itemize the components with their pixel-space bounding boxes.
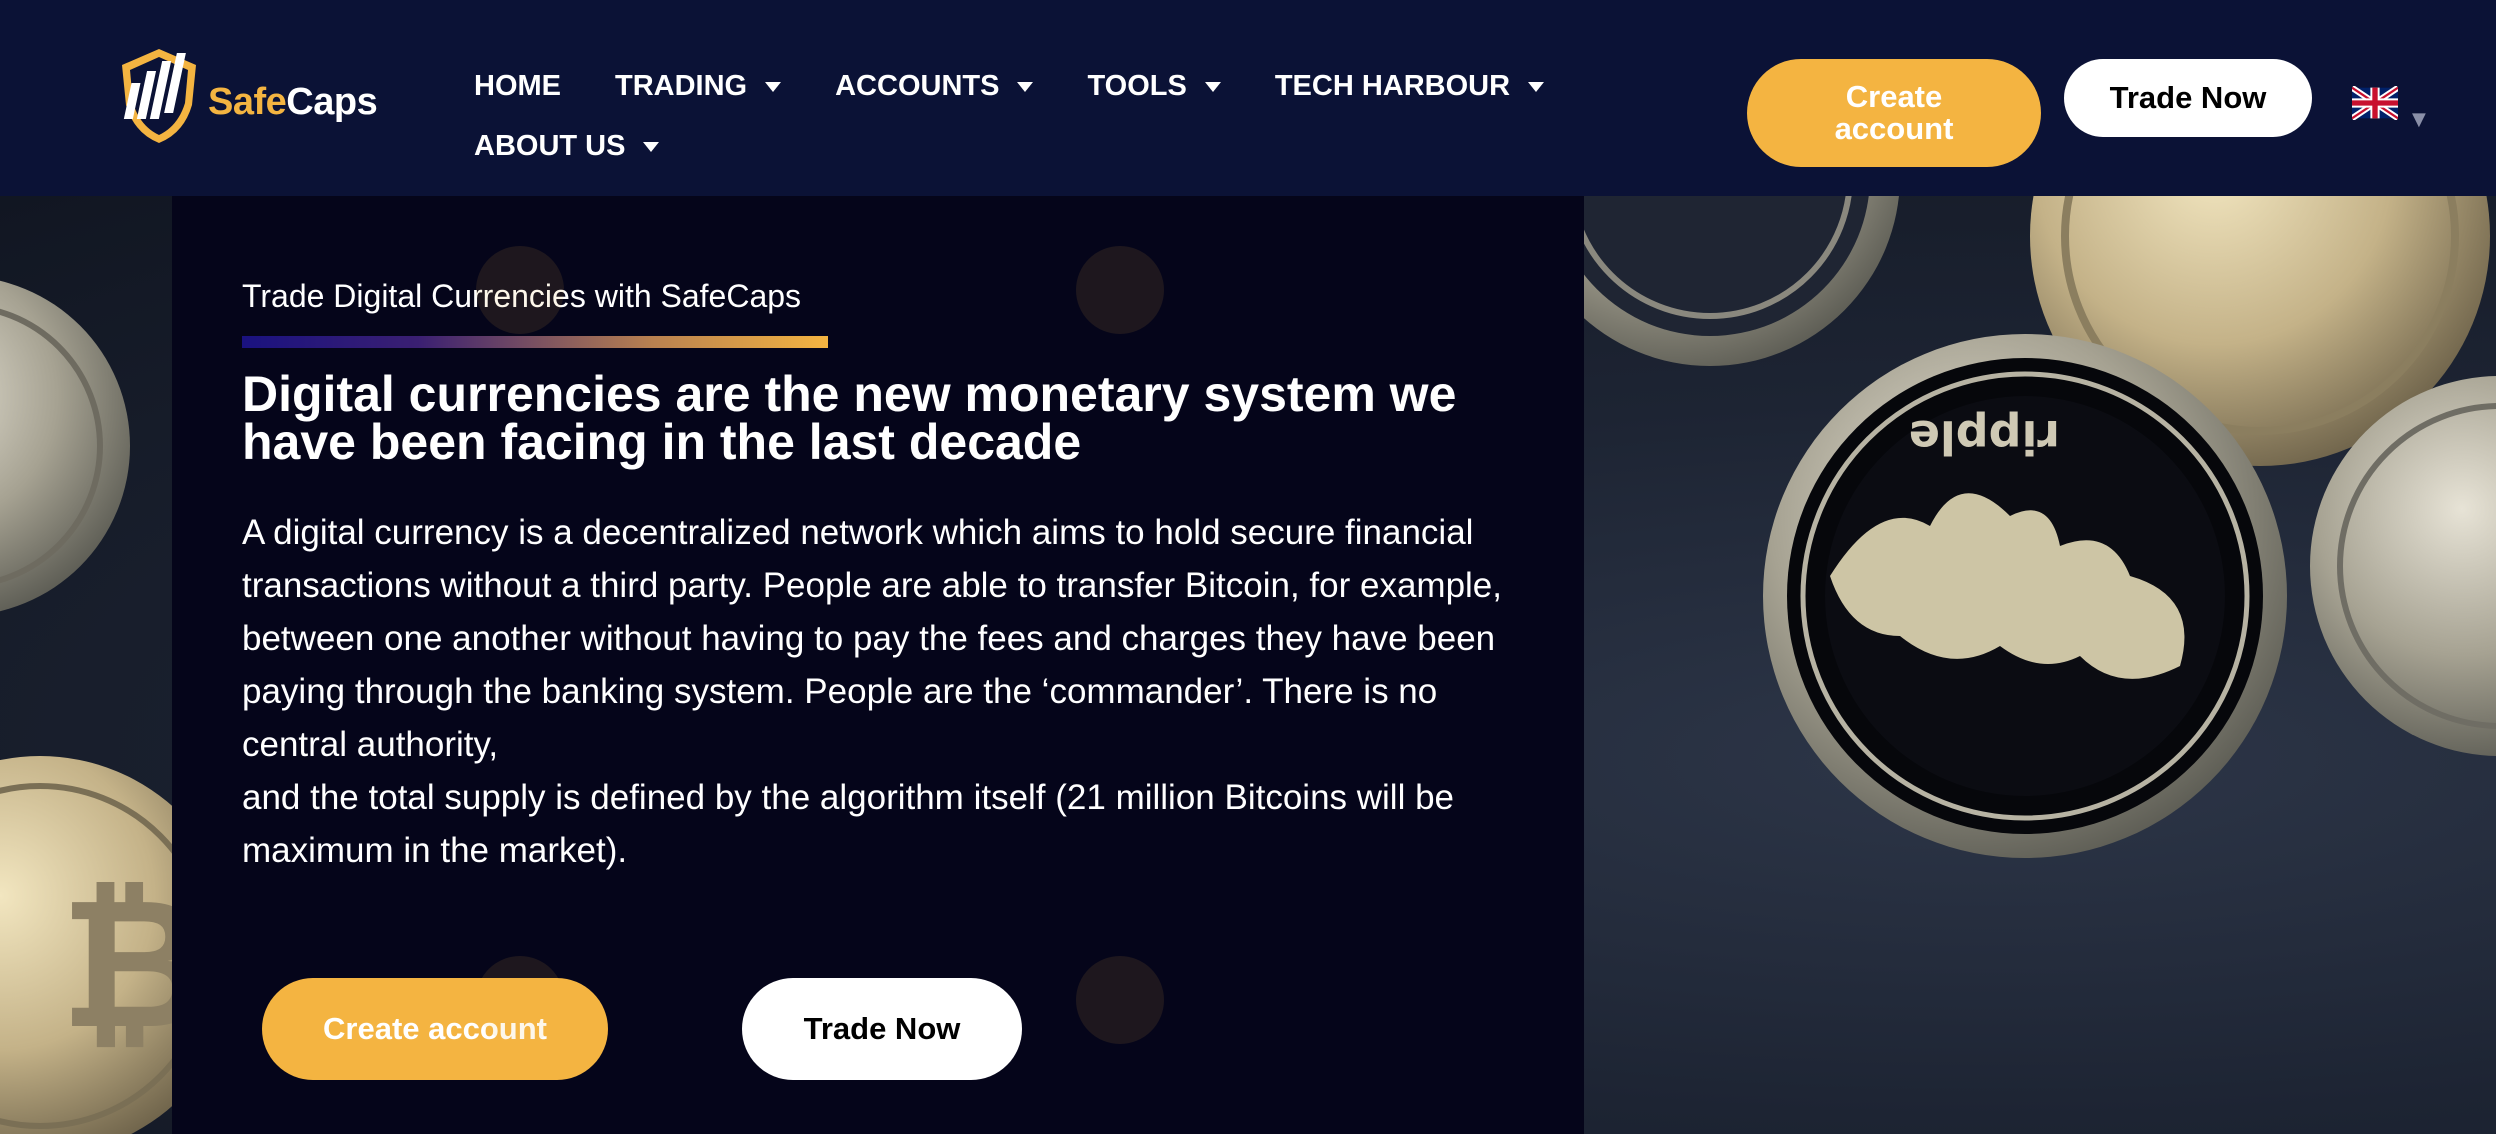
hero-eyebrow: Trade Digital Currencies with SafeCaps xyxy=(242,278,802,314)
header-trade-now-button[interactable]: Trade Now xyxy=(2064,59,2312,137)
shield-logo-icon xyxy=(122,49,196,143)
hero-create-account-button[interactable]: Create account xyxy=(262,978,608,1080)
safecaps-logo[interactable]: SafeCaps xyxy=(114,40,378,150)
caret-down-icon xyxy=(1017,82,1034,92)
hero-paragraph: A digital currency is a decentralized ne… xyxy=(242,513,1502,764)
nav-trading[interactable]: TRADING xyxy=(615,70,782,103)
language-selector[interactable]: ▼ xyxy=(2352,86,2426,130)
main-nav: HOME TRADING ACCOUNTS TOOLS TECH HARBOUR… xyxy=(474,64,1574,168)
hero-description: A digital currency is a decentralized ne… xyxy=(242,506,1542,877)
hero-headline: Digital currencies are the new monetary … xyxy=(242,366,1457,470)
hero-paragraph: and the total supply is defined by the a… xyxy=(242,778,1455,870)
nav-tools[interactable]: TOOLS xyxy=(1087,70,1221,103)
gradient-divider xyxy=(242,336,828,348)
nav-about-us[interactable]: ABOUT US xyxy=(474,130,660,163)
ripple-coin-text: ripple xyxy=(1909,410,2060,464)
logo-wordmark: SafeCaps xyxy=(208,80,378,123)
hero-panel: Trade Digital Currencies with SafeCaps D… xyxy=(172,196,1584,1134)
nav-tech-harbour[interactable]: TECH HARBOUR xyxy=(1275,70,1545,103)
caret-down-icon xyxy=(1204,82,1221,92)
hero-trade-now-button[interactable]: Trade Now xyxy=(742,978,1022,1080)
header-create-account-button[interactable]: Create account xyxy=(1747,59,2041,167)
caret-down-icon xyxy=(765,82,782,92)
chevron-down-icon: ▼ xyxy=(2412,109,2426,130)
caret-down-icon xyxy=(643,142,660,152)
nav-accounts[interactable]: ACCOUNTS xyxy=(835,70,1034,103)
caret-down-icon xyxy=(1528,82,1545,92)
site-header: SafeCaps HOME TRADING ACCOUNTS TOOLS TEC… xyxy=(0,0,2496,196)
nav-home[interactable]: HOME xyxy=(474,70,561,103)
uk-flag-icon xyxy=(2352,86,2398,120)
